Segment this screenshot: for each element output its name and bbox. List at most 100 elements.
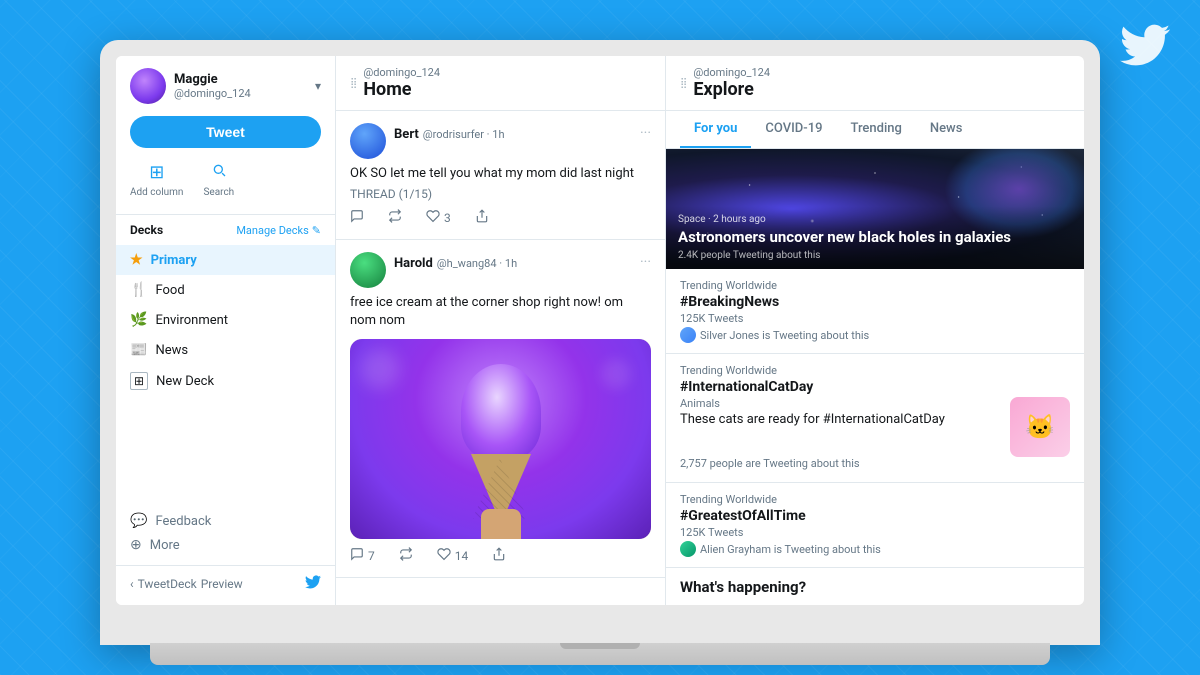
explore-column-account: @domingo_124 xyxy=(693,66,770,79)
ice-cream-image xyxy=(350,339,651,539)
trending-card-title: These cats are ready for #InternationalC… xyxy=(680,412,1002,429)
sidebar-footer: 💬 Feedback ⊕ More xyxy=(116,501,335,565)
explore-tabs: For you COVID-19 Trending News xyxy=(666,111,1084,149)
decks-header: Decks Manage Decks ✎ xyxy=(116,223,335,245)
like-button-2[interactable]: 14 xyxy=(437,547,469,565)
tweet-thread-label: THREAD (1/15) xyxy=(350,187,651,201)
add-column-icon: ⊞ xyxy=(149,162,164,183)
sidebar: Maggie @domingo_124 ▾ Tweet ⊞ Add column xyxy=(116,56,336,605)
explore-body: Space · 2 hours ago Astronomers uncover … xyxy=(666,149,1084,605)
tab-news[interactable]: News xyxy=(916,111,977,148)
home-column-title: Home xyxy=(363,79,440,100)
trending-item-cat-day[interactable]: Trending Worldwide #InternationalCatDay … xyxy=(666,354,1084,483)
deck-item-food[interactable]: 🍴 Food xyxy=(116,275,335,305)
hero-title: Astronomers uncover new black holes in g… xyxy=(678,228,1072,248)
user-info: Maggie @domingo_124 xyxy=(174,72,251,100)
sidebar-header: Maggie @domingo_124 ▾ xyxy=(116,68,335,116)
trending-count-1: 125K Tweets xyxy=(680,312,1070,325)
person-avatar-tiny-1 xyxy=(680,327,696,343)
deck-item-news[interactable]: 📰 News xyxy=(116,335,335,365)
star-icon: ★ xyxy=(130,252,143,268)
tweetdeck-app: Maggie @domingo_124 ▾ Tweet ⊞ Add column xyxy=(116,56,1084,605)
tweet-actions-harold: 7 14 xyxy=(350,547,651,565)
tweet-button[interactable]: Tweet xyxy=(130,116,321,148)
explore-drag-handle: ⣿ xyxy=(680,78,687,89)
sidebar-bottom: ‹ TweetDeck Preview xyxy=(116,565,335,593)
hero-meta: 2.4K people Tweeting about this xyxy=(678,250,1072,261)
person-avatar-tiny-3 xyxy=(680,541,696,557)
more-button[interactable]: ⊕ More xyxy=(130,537,321,553)
tweet-text-bert: OK SO let me tell you what my mom did la… xyxy=(350,165,651,183)
tweet-handle-bert: @rodrisurfer · 1h xyxy=(423,128,505,141)
tweet-avatar-bert xyxy=(350,123,386,159)
share-icon-2 xyxy=(492,547,506,565)
retweet-icon-2 xyxy=(399,547,413,565)
home-column-header: ⣿ @domingo_124 Home xyxy=(336,56,665,111)
tweet-meta-harold: Harold @h_wang84 · 1h ··· xyxy=(394,252,651,271)
like-button[interactable]: 3 xyxy=(426,209,451,227)
tab-trending[interactable]: Trending xyxy=(836,111,915,148)
search-button[interactable]: Search xyxy=(203,162,234,198)
hero-category: Space · 2 hours ago xyxy=(678,214,1072,225)
share-button[interactable] xyxy=(475,209,489,227)
hero-news-card[interactable]: Space · 2 hours ago Astronomers uncover … xyxy=(666,149,1084,269)
tweet-handle-harold: @h_wang84 · 1h xyxy=(437,257,517,270)
laptop-shell: Maggie @domingo_124 ▾ Tweet ⊞ Add column xyxy=(100,40,1100,645)
like-icon xyxy=(426,209,440,227)
tweet-more-icon[interactable]: ··· xyxy=(640,125,651,141)
trending-person-1: Silver Jones is Tweeting about this xyxy=(680,327,1070,343)
column-drag-handle: ⣿ xyxy=(350,78,357,89)
tweet-card-harold: Harold @h_wang84 · 1h ··· xyxy=(336,240,665,577)
trending-item-goat[interactable]: Trending Worldwide #GreatestOfAllTime 12… xyxy=(666,483,1084,568)
trending-label-1: Trending Worldwide xyxy=(680,279,1070,292)
home-column-account: @domingo_124 xyxy=(363,66,440,79)
feedback-button[interactable]: 💬 Feedback xyxy=(130,513,321,529)
share-button-2[interactable] xyxy=(492,547,506,565)
feedback-icon: 💬 xyxy=(130,513,147,529)
laptop-screen: Maggie @domingo_124 ▾ Tweet ⊞ Add column xyxy=(116,56,1084,605)
twitter-bird-watermark xyxy=(1120,20,1170,82)
chevron-left-icon: ‹ xyxy=(130,577,134,591)
reply-button-2[interactable]: 7 xyxy=(350,547,375,565)
tab-covid19[interactable]: COVID-19 xyxy=(751,111,836,148)
home-column-body: Bert @rodrisurfer · 1h ··· xyxy=(336,111,665,605)
add-column-label: Add column xyxy=(130,187,183,198)
chevron-down-icon: ▾ xyxy=(315,79,321,93)
laptop-base xyxy=(150,643,1050,665)
tweet-more-icon-2[interactable]: ··· xyxy=(640,254,651,270)
food-icon: 🍴 xyxy=(130,282,147,298)
divider xyxy=(116,214,335,215)
news-icon: 📰 xyxy=(130,342,147,358)
tweet-actions-bert: 3 xyxy=(350,209,651,227)
environment-icon: 🌿 xyxy=(130,312,147,328)
deck-item-primary[interactable]: ★ Primary xyxy=(116,245,335,275)
edit-icon: ✎ xyxy=(312,224,321,237)
user-name: Maggie xyxy=(174,72,251,87)
deck-item-environment[interactable]: 🌿 Environment xyxy=(116,305,335,335)
tab-for-you[interactable]: For you xyxy=(680,111,751,148)
trending-hashtag-2: #InternationalCatDay xyxy=(680,379,1070,395)
share-icon xyxy=(475,209,489,227)
search-icon xyxy=(211,162,227,183)
trending-count-3: 125K Tweets xyxy=(680,526,1070,539)
explore-column-header: ⣿ @domingo_124 Explore xyxy=(666,56,1084,111)
add-column-button[interactable]: ⊞ Add column xyxy=(130,162,183,198)
cat-visual: 🐱 xyxy=(1010,397,1070,457)
tweet-text-harold: free ice cream at the corner shop right … xyxy=(350,294,651,330)
explore-column: ⣿ @domingo_124 Explore For you COVID-19 … xyxy=(666,56,1084,605)
reply-button[interactable] xyxy=(350,209,364,227)
decks-title: Decks xyxy=(130,223,163,237)
trending-count-2: 2,757 people are Tweeting about this xyxy=(680,457,1070,470)
retweet-button[interactable] xyxy=(388,209,402,227)
retweet-icon xyxy=(388,209,402,227)
whats-happening: What's happening? xyxy=(666,568,1084,605)
user-profile[interactable]: Maggie @domingo_124 xyxy=(130,68,251,104)
trending-hashtag-3: #GreatestOfAllTime xyxy=(680,508,1070,524)
retweet-button-2[interactable] xyxy=(399,547,413,565)
trending-item-breaking-news[interactable]: Trending Worldwide #BreakingNews 125K Tw… xyxy=(666,269,1084,354)
tweet-meta-bert: Bert @rodrisurfer · 1h ··· xyxy=(394,123,651,142)
deck-item-new[interactable]: ⊞ New Deck xyxy=(116,365,335,397)
trending-card-text: Animals These cats are ready for #Intern… xyxy=(680,397,1002,429)
explore-column-title: Explore xyxy=(693,79,770,100)
manage-decks-button[interactable]: Manage Decks ✎ xyxy=(236,224,321,237)
